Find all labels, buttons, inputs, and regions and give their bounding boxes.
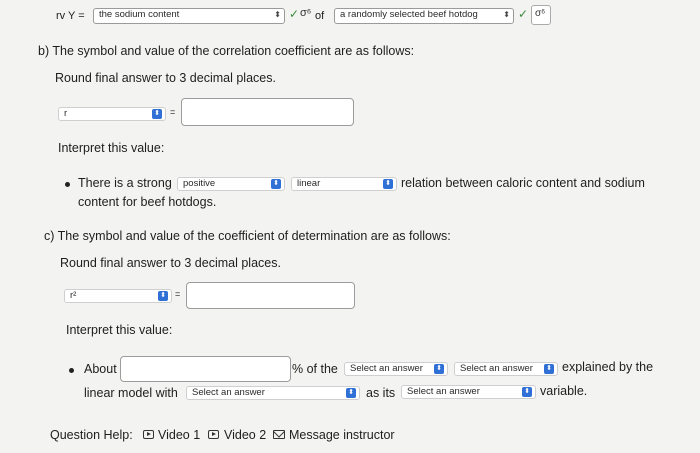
sigma-icon: σ⁶ <box>535 8 546 19</box>
video-play-icon <box>208 430 219 439</box>
select-arrows-icon: ⬍ <box>274 10 281 19</box>
answer-select-2-value: Select an answer <box>460 363 533 374</box>
sentence-start: There is a strong <box>78 176 172 190</box>
bullet <box>65 182 70 187</box>
correlation-symbol-select[interactable]: r ⬍ <box>58 107 166 121</box>
answer-select-4-value: Select an answer <box>407 386 480 397</box>
sample-select-value: a randomly selected beef hotdog <box>340 9 478 20</box>
part-c-instruction: Round final answer to 3 decimal places. <box>60 256 281 270</box>
response-variable-select[interactable]: the sodium content ⬍ <box>93 8 285 24</box>
correlation-symbol-value: r <box>64 108 68 119</box>
determination-symbol-value: r² <box>70 290 77 301</box>
select-arrows-icon: ⬍ <box>522 387 532 397</box>
equals-sign: = <box>175 289 181 299</box>
strength-select[interactable]: positive ⬍ <box>177 177 285 191</box>
answer-select-1[interactable]: Select an answer ⬍ <box>344 362 448 376</box>
equals-sign: = <box>170 107 176 117</box>
select-arrows-icon: ⬍ <box>271 179 281 189</box>
determination-symbol-select[interactable]: r² ⬍ <box>64 289 172 303</box>
strength-select-value: positive <box>183 178 216 189</box>
as-its-text: as its <box>366 386 396 400</box>
percent-of-text: % of the <box>292 362 338 376</box>
message-instructor-link[interactable]: Message instructor <box>289 428 395 442</box>
select-arrows-icon: ⬍ <box>383 179 393 189</box>
answer-select-3-value: Select an answer <box>192 387 265 398</box>
bullet <box>69 368 74 373</box>
select-arrows-icon: ⬍ <box>158 291 168 301</box>
question-help-label: Question Help: <box>50 428 133 442</box>
percent-input[interactable] <box>120 356 291 382</box>
rv-y-label: rv Y = <box>56 10 85 22</box>
select-arrows-icon: ⬍ <box>503 10 510 19</box>
relation-type-value: linear <box>297 178 321 189</box>
mail-icon <box>273 430 285 439</box>
response-variable-value: the sodium content <box>99 9 180 20</box>
of-text: of <box>315 10 325 22</box>
relation-type-select[interactable]: linear ⬍ <box>291 177 397 191</box>
sigma-icon: σ⁶ <box>300 7 312 19</box>
select-arrows-icon: ⬍ <box>544 364 554 374</box>
select-arrows-icon: ⬍ <box>152 109 162 119</box>
sentence-end: relation between caloric content and sod… <box>401 176 645 190</box>
sentence-line2: content for beef hotdogs. <box>78 195 217 209</box>
answer-select-1-value: Select an answer <box>350 363 423 374</box>
explained-text: explained by the <box>562 360 654 374</box>
variable-text: variable. <box>540 384 588 398</box>
part-b-instruction: Round final answer to 3 decimal places. <box>55 71 276 85</box>
answer-select-4[interactable]: Select an answer ⬍ <box>401 385 536 399</box>
interpret-label-b: Interpret this value: <box>58 141 165 155</box>
about-text: About <box>84 362 117 376</box>
sample-select[interactable]: a randomly selected beef hotdog ⬍ <box>334 8 514 24</box>
correlation-value-input[interactable] <box>181 98 354 126</box>
line2-start: linear model with <box>84 386 178 400</box>
select-arrows-icon: ⬍ <box>346 388 356 398</box>
answer-select-2[interactable]: Select an answer ⬍ <box>454 362 558 376</box>
video-2-link[interactable]: Video 2 <box>224 428 266 442</box>
video-play-icon <box>143 430 154 439</box>
sigma-button[interactable]: σ⁶ <box>531 5 551 25</box>
checkmark-icon: ✓ <box>289 7 300 21</box>
checkmark-icon: ✓ <box>518 7 529 21</box>
select-arrows-icon: ⬍ <box>434 364 444 374</box>
determination-value-input[interactable] <box>186 282 355 309</box>
part-c-heading: c) The symbol and value of the coefficie… <box>44 229 451 243</box>
part-b-heading: b) The symbol and value of the correlati… <box>38 44 415 58</box>
video-1-link[interactable]: Video 1 <box>158 428 200 442</box>
interpret-label-c: Interpret this value: <box>66 323 173 337</box>
answer-select-3[interactable]: Select an answer ⬍ <box>186 386 360 400</box>
